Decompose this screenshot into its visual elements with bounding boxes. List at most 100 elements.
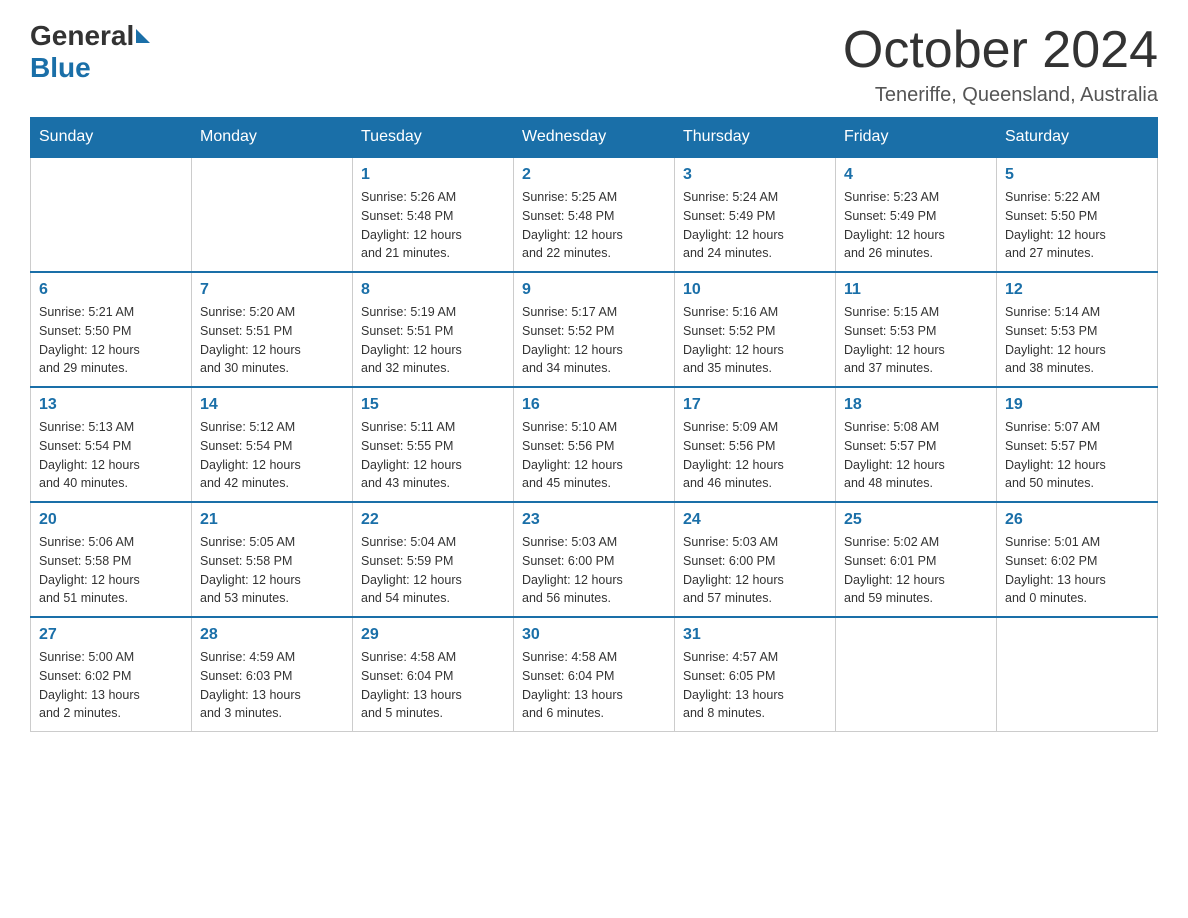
header-day-friday: Friday [836,118,997,158]
day-number: 28 [200,626,344,644]
calendar-cell: 10 Sunrise: 5:16 AMSunset: 5:52 PMDayligh… [675,272,836,387]
week-row-2: 6 Sunrise: 5:21 AMSunset: 5:50 PMDaylight… [31,272,1158,387]
day-number: 11 [844,281,988,299]
calendar-cell: 26Sunrise: 5:01 AMSunset: 6:02 PMDayligh… [997,502,1158,617]
day-info: Sunrise: 5:25 AMSunset: 5:48 PMDaylight:… [522,188,666,263]
calendar-cell: 28 Sunrise: 4:59 AMSunset: 6:03 PMDayligh… [192,617,353,732]
day-number: 14 [200,396,344,414]
calendar-cell: 21 Sunrise: 5:05 AMSunset: 5:58 PMDayligh… [192,502,353,617]
calendar-table: SundayMondayTuesdayWednesdayThursdayFrid… [30,117,1158,732]
day-number: 2 [522,166,666,184]
day-info: Sunrise: 5:08 AMSunset: 5:57 PMDaylight:… [844,418,988,493]
calendar-cell: 1 Sunrise: 5:26 AMSunset: 5:48 PMDaylight… [353,157,514,272]
header-day-monday: Monday [192,118,353,158]
day-number: 27 [39,626,183,644]
day-number: 16 [522,396,666,414]
calendar-cell [192,157,353,272]
day-info: Sunrise: 4:59 AMSunset: 6:03 PMDaylight:… [200,648,344,723]
calendar-cell [997,617,1158,732]
week-row-1: 1 Sunrise: 5:26 AMSunset: 5:48 PMDaylight… [31,157,1158,272]
calendar-cell: 18 Sunrise: 5:08 AMSunset: 5:57 PMDayligh… [836,387,997,502]
day-info: Sunrise: 5:20 AMSunset: 5:51 PMDaylight:… [200,303,344,378]
day-number: 18 [844,396,988,414]
day-info: Sunrise: 5:19 AMSunset: 5:51 PMDaylight:… [361,303,505,378]
day-info: Sunrise: 5:15 AMSunset: 5:53 PMDaylight:… [844,303,988,378]
title-section: October 2024 Teneriffe, Queensland, Aust… [843,20,1158,107]
day-info: Sunrise: 5:17 AMSunset: 5:52 PMDaylight:… [522,303,666,378]
day-info: Sunrise: 5:02 AMSunset: 6:01 PMDaylight:… [844,533,988,608]
calendar-cell: 17Sunrise: 5:09 AMSunset: 5:56 PMDayligh… [675,387,836,502]
day-info: Sunrise: 4:57 AMSunset: 6:05 PMDaylight:… [683,648,827,723]
calendar-cell: 20 Sunrise: 5:06 AMSunset: 5:58 PMDayligh… [31,502,192,617]
day-info: Sunrise: 5:13 AMSunset: 5:54 PMDaylight:… [39,418,183,493]
logo-blue-text: Blue [30,52,91,84]
logo-arrow-icon [136,29,150,43]
header-day-thursday: Thursday [675,118,836,158]
day-number: 7 [200,281,344,299]
calendar-cell [836,617,997,732]
day-number: 13 [39,396,183,414]
week-row-3: 13 Sunrise: 5:13 AMSunset: 5:54 PMDayligh… [31,387,1158,502]
calendar-cell: 30 Sunrise: 4:58 AMSunset: 6:04 PMDayligh… [514,617,675,732]
calendar-cell: 22 Sunrise: 5:04 AMSunset: 5:59 PMDayligh… [353,502,514,617]
calendar-cell [31,157,192,272]
day-number: 3 [683,166,827,184]
day-number: 5 [1005,166,1149,184]
header-day-saturday: Saturday [997,118,1158,158]
day-info: Sunrise: 5:10 AMSunset: 5:56 PMDaylight:… [522,418,666,493]
day-info: Sunrise: 5:09 AMSunset: 5:56 PMDaylight:… [683,418,827,493]
day-info: Sunrise: 5:06 AMSunset: 5:58 PMDaylight:… [39,533,183,608]
day-number: 8 [361,281,505,299]
day-info: Sunrise: 5:05 AMSunset: 5:58 PMDaylight:… [200,533,344,608]
calendar-cell: 29Sunrise: 4:58 AMSunset: 6:04 PMDayligh… [353,617,514,732]
calendar-cell: 24 Sunrise: 5:03 AMSunset: 6:00 PMDayligh… [675,502,836,617]
day-info: Sunrise: 5:00 AMSunset: 6:02 PMDaylight:… [39,648,183,723]
page-header: General Blue October 2024 Teneriffe, Que… [30,20,1158,107]
day-number: 30 [522,626,666,644]
day-number: 22 [361,511,505,529]
calendar-cell: 23 Sunrise: 5:03 AMSunset: 6:00 PMDayligh… [514,502,675,617]
calendar-cell: 12 Sunrise: 5:14 AMSunset: 5:53 PMDayligh… [997,272,1158,387]
day-number: 4 [844,166,988,184]
day-info: Sunrise: 5:26 AMSunset: 5:48 PMDaylight:… [361,188,505,263]
day-info: Sunrise: 5:03 AMSunset: 6:00 PMDaylight:… [683,533,827,608]
calendar-cell: 25Sunrise: 5:02 AMSunset: 6:01 PMDayligh… [836,502,997,617]
calendar-cell: 16 Sunrise: 5:10 AMSunset: 5:56 PMDayligh… [514,387,675,502]
calendar-cell: 11 Sunrise: 5:15 AMSunset: 5:53 PMDayligh… [836,272,997,387]
calendar-cell: 14Sunrise: 5:12 AMSunset: 5:54 PMDayligh… [192,387,353,502]
day-info: Sunrise: 5:24 AMSunset: 5:49 PMDaylight:… [683,188,827,263]
week-row-4: 20 Sunrise: 5:06 AMSunset: 5:58 PMDayligh… [31,502,1158,617]
calendar-cell: 31Sunrise: 4:57 AMSunset: 6:05 PMDayligh… [675,617,836,732]
day-info: Sunrise: 5:16 AMSunset: 5:52 PMDaylight:… [683,303,827,378]
day-info: Sunrise: 5:21 AMSunset: 5:50 PMDaylight:… [39,303,183,378]
location-text: Teneriffe, Queensland, Australia [843,84,1158,107]
day-number: 12 [1005,281,1149,299]
day-info: Sunrise: 5:11 AMSunset: 5:55 PMDaylight:… [361,418,505,493]
day-number: 21 [200,511,344,529]
calendar-cell: 7 Sunrise: 5:20 AMSunset: 5:51 PMDaylight… [192,272,353,387]
day-info: Sunrise: 5:22 AMSunset: 5:50 PMDaylight:… [1005,188,1149,263]
day-info: Sunrise: 5:23 AMSunset: 5:49 PMDaylight:… [844,188,988,263]
day-number: 1 [361,166,505,184]
calendar-cell: 13 Sunrise: 5:13 AMSunset: 5:54 PMDayligh… [31,387,192,502]
day-number: 26 [1005,511,1149,529]
day-number: 10 [683,281,827,299]
day-number: 23 [522,511,666,529]
day-info: Sunrise: 5:03 AMSunset: 6:00 PMDaylight:… [522,533,666,608]
day-info: Sunrise: 5:04 AMSunset: 5:59 PMDaylight:… [361,533,505,608]
day-info: Sunrise: 5:07 AMSunset: 5:57 PMDaylight:… [1005,418,1149,493]
header-day-sunday: Sunday [31,118,192,158]
day-number: 20 [39,511,183,529]
calendar-cell: 27 Sunrise: 5:00 AMSunset: 6:02 PMDayligh… [31,617,192,732]
header-row: SundayMondayTuesdayWednesdayThursdayFrid… [31,118,1158,158]
day-info: Sunrise: 5:14 AMSunset: 5:53 PMDaylight:… [1005,303,1149,378]
calendar-cell: 3 Sunrise: 5:24 AMSunset: 5:49 PMDaylight… [675,157,836,272]
month-title: October 2024 [843,20,1158,80]
calendar-cell: 9Sunrise: 5:17 AMSunset: 5:52 PMDaylight… [514,272,675,387]
week-row-5: 27 Sunrise: 5:00 AMSunset: 6:02 PMDayligh… [31,617,1158,732]
day-number: 24 [683,511,827,529]
day-info: Sunrise: 4:58 AMSunset: 6:04 PMDaylight:… [522,648,666,723]
calendar-cell: 4 Sunrise: 5:23 AMSunset: 5:49 PMDaylight… [836,157,997,272]
calendar-cell: 6 Sunrise: 5:21 AMSunset: 5:50 PMDaylight… [31,272,192,387]
day-number: 6 [39,281,183,299]
